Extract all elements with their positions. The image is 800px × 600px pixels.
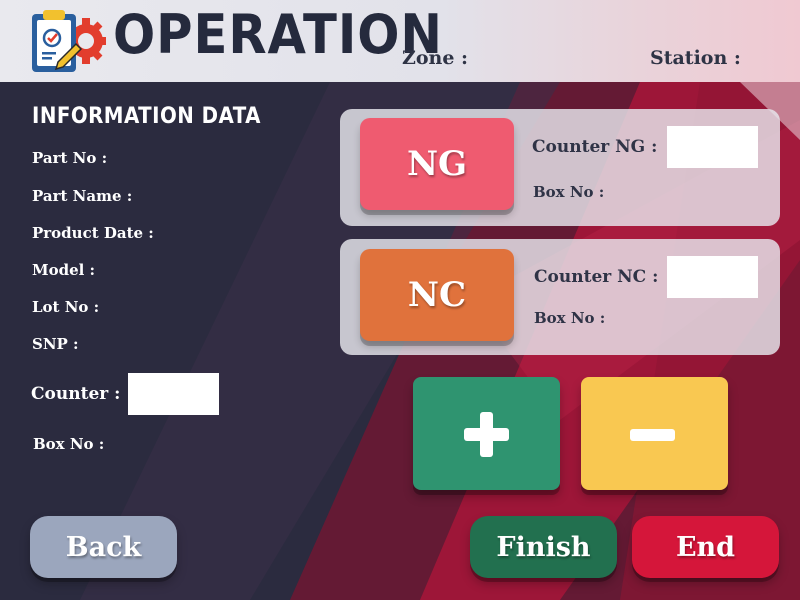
station-label: Station : bbox=[650, 47, 741, 69]
nc-box-no-label: Box No : bbox=[534, 309, 606, 327]
ng-box-no-label: Box No : bbox=[533, 183, 605, 201]
counter-ng-field[interactable] bbox=[667, 126, 758, 168]
counter-nc-label: Counter NC : bbox=[534, 267, 659, 287]
minus-icon bbox=[630, 429, 675, 441]
plus-button[interactable] bbox=[413, 377, 560, 490]
clipboard-gear-icon bbox=[28, 6, 106, 76]
nc-button[interactable]: NC bbox=[360, 249, 514, 341]
back-button[interactable]: Back bbox=[30, 516, 177, 578]
counter-field[interactable] bbox=[128, 373, 219, 415]
model-label: Model : bbox=[32, 261, 96, 279]
ng-button[interactable]: NG bbox=[360, 118, 514, 210]
part-no-label: Part No : bbox=[32, 149, 108, 167]
end-button[interactable]: End bbox=[632, 516, 779, 578]
minus-button[interactable] bbox=[581, 377, 728, 490]
zone-label: Zone : bbox=[402, 47, 469, 69]
counter-nc-field[interactable] bbox=[667, 256, 758, 298]
counter-label: Counter : bbox=[31, 384, 121, 404]
part-name-label: Part Name : bbox=[32, 187, 133, 205]
box-no-label: Box No : bbox=[33, 435, 105, 453]
finish-button[interactable]: Finish bbox=[470, 516, 617, 578]
counter-ng-label: Counter NG : bbox=[532, 137, 658, 157]
product-date-label: Product Date : bbox=[32, 224, 154, 242]
information-data-title: INFORMATION DATA bbox=[32, 104, 261, 129]
page-title: OPERATION bbox=[113, 3, 443, 66]
lot-no-label: Lot No : bbox=[32, 298, 100, 316]
header-bar: OPERATION Zone : Station : bbox=[0, 0, 800, 82]
plus-icon bbox=[464, 412, 509, 457]
nc-panel: NC Counter NC : Box No : bbox=[340, 239, 780, 355]
ng-panel: NG Counter NG : Box No : bbox=[340, 109, 780, 226]
snp-label: SNP : bbox=[32, 335, 79, 353]
